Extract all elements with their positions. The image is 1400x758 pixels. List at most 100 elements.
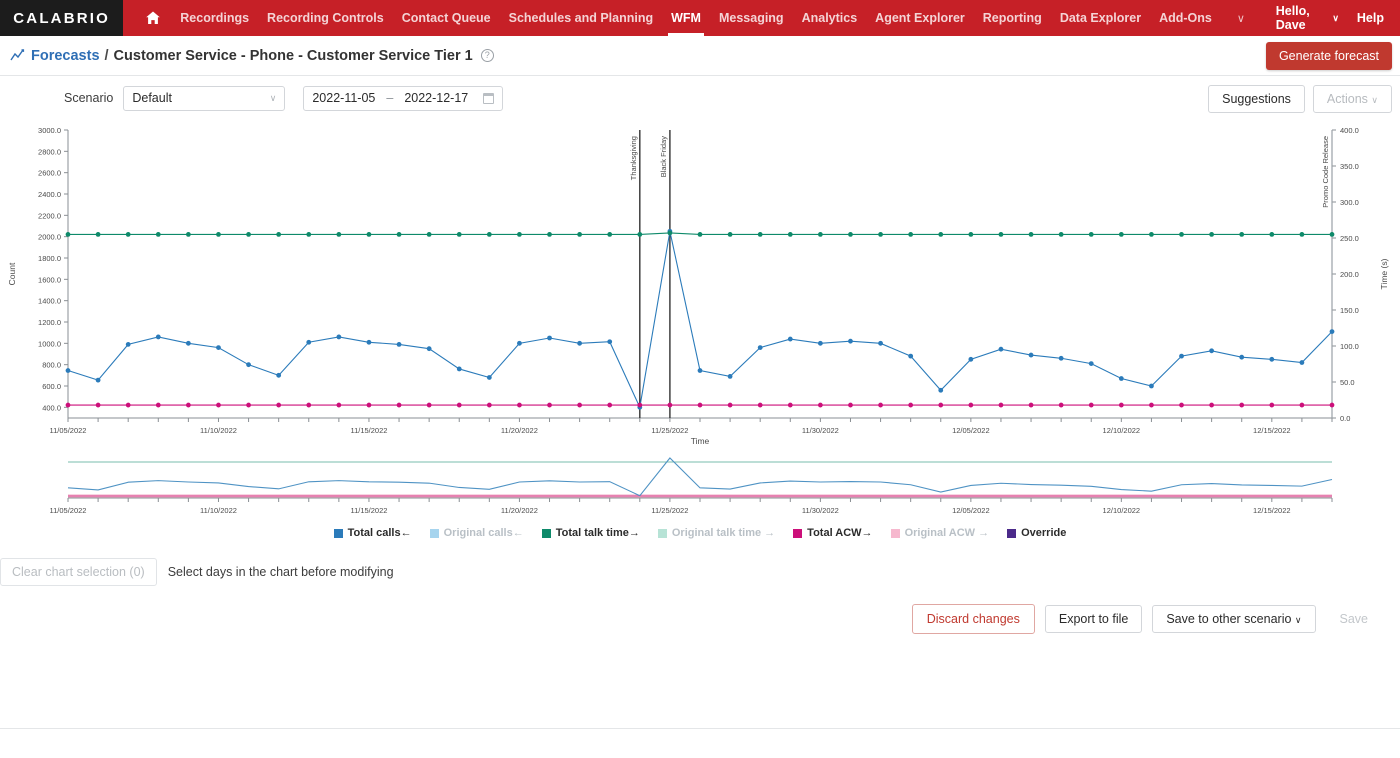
series-point	[216, 232, 221, 237]
user-menu[interactable]: Hello, Dave ∨	[1262, 4, 1353, 32]
series-point	[1089, 403, 1094, 408]
series-point	[788, 403, 793, 408]
discard-changes-button[interactable]: Discard changes	[912, 604, 1035, 634]
nav-item-analytics[interactable]: Analytics	[793, 0, 867, 36]
x-axis-tick-label: 11/30/2022	[802, 426, 839, 435]
date-end-input[interactable]: 2022-12-17	[404, 91, 468, 105]
help-link[interactable]: Help	[1353, 11, 1400, 25]
chart-navigator[interactable]: 11/05/202211/10/202211/15/202211/20/2022…	[0, 452, 1400, 522]
legend-label: Override	[1021, 527, 1066, 539]
help-circle-icon[interactable]: ?	[481, 49, 494, 62]
series-point	[1330, 232, 1335, 237]
actions-button-label: Actions	[1327, 92, 1368, 106]
actions-button[interactable]: Actions ∨	[1313, 85, 1392, 113]
clear-chart-selection-button[interactable]: Clear chart selection (0)	[0, 558, 157, 586]
series-point	[968, 403, 973, 408]
y2-axis-tick-label: 200.0	[1340, 270, 1359, 279]
nav-item-reporting[interactable]: Reporting	[974, 0, 1051, 36]
series-point	[848, 232, 853, 237]
series-point	[457, 367, 462, 372]
series-point	[336, 335, 341, 340]
series-point	[1029, 232, 1034, 237]
home-icon[interactable]	[135, 0, 171, 36]
series-point	[427, 346, 432, 351]
legend-item[interactable]: Override	[1007, 527, 1066, 539]
series-point	[637, 232, 642, 237]
series-point	[1179, 232, 1184, 237]
legend-item[interactable]: Total ACW→	[793, 527, 872, 539]
nav-item-recordings[interactable]: Recordings	[171, 0, 258, 36]
series-point	[577, 341, 582, 346]
nav-item-recording-controls[interactable]: Recording Controls	[258, 0, 393, 36]
nav-item-contact-queue[interactable]: Contact Queue	[393, 0, 500, 36]
export-to-file-button[interactable]: Export to file	[1045, 605, 1142, 633]
date-start-input[interactable]: 2022-11-05	[312, 91, 375, 105]
series-point	[1179, 354, 1184, 359]
y2-axis-tick-label: 350.0	[1340, 162, 1359, 171]
series-point	[457, 232, 462, 237]
legend-item[interactable]: Total talk time→	[542, 527, 640, 539]
series-point	[397, 342, 402, 347]
user-chevron-down-icon: ∨	[1332, 13, 1339, 24]
series-point	[517, 341, 522, 346]
series-point	[878, 232, 883, 237]
y-axis-tick-label: 400.0	[42, 403, 61, 412]
legend-swatch	[793, 529, 802, 538]
y2-axis-tick-label: 50.0	[1340, 378, 1355, 387]
y-axis-tick-label: 1800.0	[38, 254, 61, 263]
series-point	[156, 232, 161, 237]
y-axis-tick-label: 2200.0	[38, 211, 61, 220]
navigator-x-tick-label: 12/15/2022	[1253, 506, 1291, 515]
save-to-other-scenario-label: Save to other scenario	[1166, 612, 1291, 626]
legend-item[interactable]: Original calls←	[430, 527, 524, 539]
series-point	[999, 232, 1004, 237]
series-point	[126, 342, 131, 347]
series-point	[1209, 348, 1214, 353]
series-point	[397, 232, 402, 237]
series-point	[908, 403, 913, 408]
series-point	[336, 403, 341, 408]
legend-item[interactable]: Original ACW →	[891, 527, 990, 539]
y-axis-tick-label: 1000.0	[38, 339, 61, 348]
generate-forecast-button[interactable]: Generate forecast	[1266, 42, 1392, 70]
nav-item-agent-explorer[interactable]: Agent Explorer	[866, 0, 974, 36]
nav-item-wfm[interactable]: WFM	[662, 0, 710, 36]
chart-annotation-label: Black Friday	[659, 136, 668, 178]
save-button[interactable]: Save	[1326, 605, 1383, 633]
calendar-icon	[483, 93, 494, 104]
series-point	[246, 232, 251, 237]
breadcrumb-root-link[interactable]: Forecasts	[31, 48, 100, 64]
series-point	[1059, 356, 1064, 361]
series-point	[1239, 403, 1244, 408]
series-point	[306, 232, 311, 237]
legend-swatch	[430, 529, 439, 538]
save-to-other-scenario-button[interactable]: Save to other scenario ∨	[1152, 605, 1315, 633]
legend-item[interactable]: Original talk time →	[658, 527, 775, 539]
nav-item-schedules-and-planning[interactable]: Schedules and Planning	[500, 0, 662, 36]
series-point	[397, 403, 402, 408]
series-point	[367, 403, 372, 408]
series-point	[96, 232, 101, 237]
nav-overflow-chevron-down-icon[interactable]: ∨	[1221, 12, 1261, 25]
nav-item-messaging[interactable]: Messaging	[710, 0, 793, 36]
nav-item-data-explorer[interactable]: Data Explorer	[1051, 0, 1150, 36]
series-point	[66, 403, 71, 408]
scenario-select[interactable]: Default ∨	[123, 86, 285, 111]
series-point	[66, 232, 71, 237]
series-point	[487, 375, 492, 380]
series-point	[637, 403, 642, 408]
forecast-chart[interactable]: 400.0600.0800.01000.01200.01400.01600.01…	[0, 122, 1400, 452]
series-point	[96, 378, 101, 383]
date-range-picker[interactable]: 2022-11-05 – 2022-12-17	[303, 86, 503, 111]
chart-navigator-svg[interactable]: 11/05/202211/10/202211/15/202211/20/2022…	[0, 452, 1400, 522]
x-axis-title: Time	[691, 436, 710, 446]
y-axis-tick-label: 2600.0	[38, 169, 61, 178]
series-point	[186, 403, 191, 408]
forecast-chart-svg[interactable]: 400.0600.0800.01000.01200.01400.01600.01…	[0, 122, 1400, 452]
series-point	[66, 368, 71, 373]
legend-item[interactable]: Total calls←	[334, 527, 412, 539]
nav-item-add-ons[interactable]: Add-Ons	[1150, 0, 1221, 36]
suggestions-button[interactable]: Suggestions	[1208, 85, 1305, 113]
series-point	[216, 403, 221, 408]
x-axis-tick-label: 11/25/2022	[651, 426, 688, 435]
